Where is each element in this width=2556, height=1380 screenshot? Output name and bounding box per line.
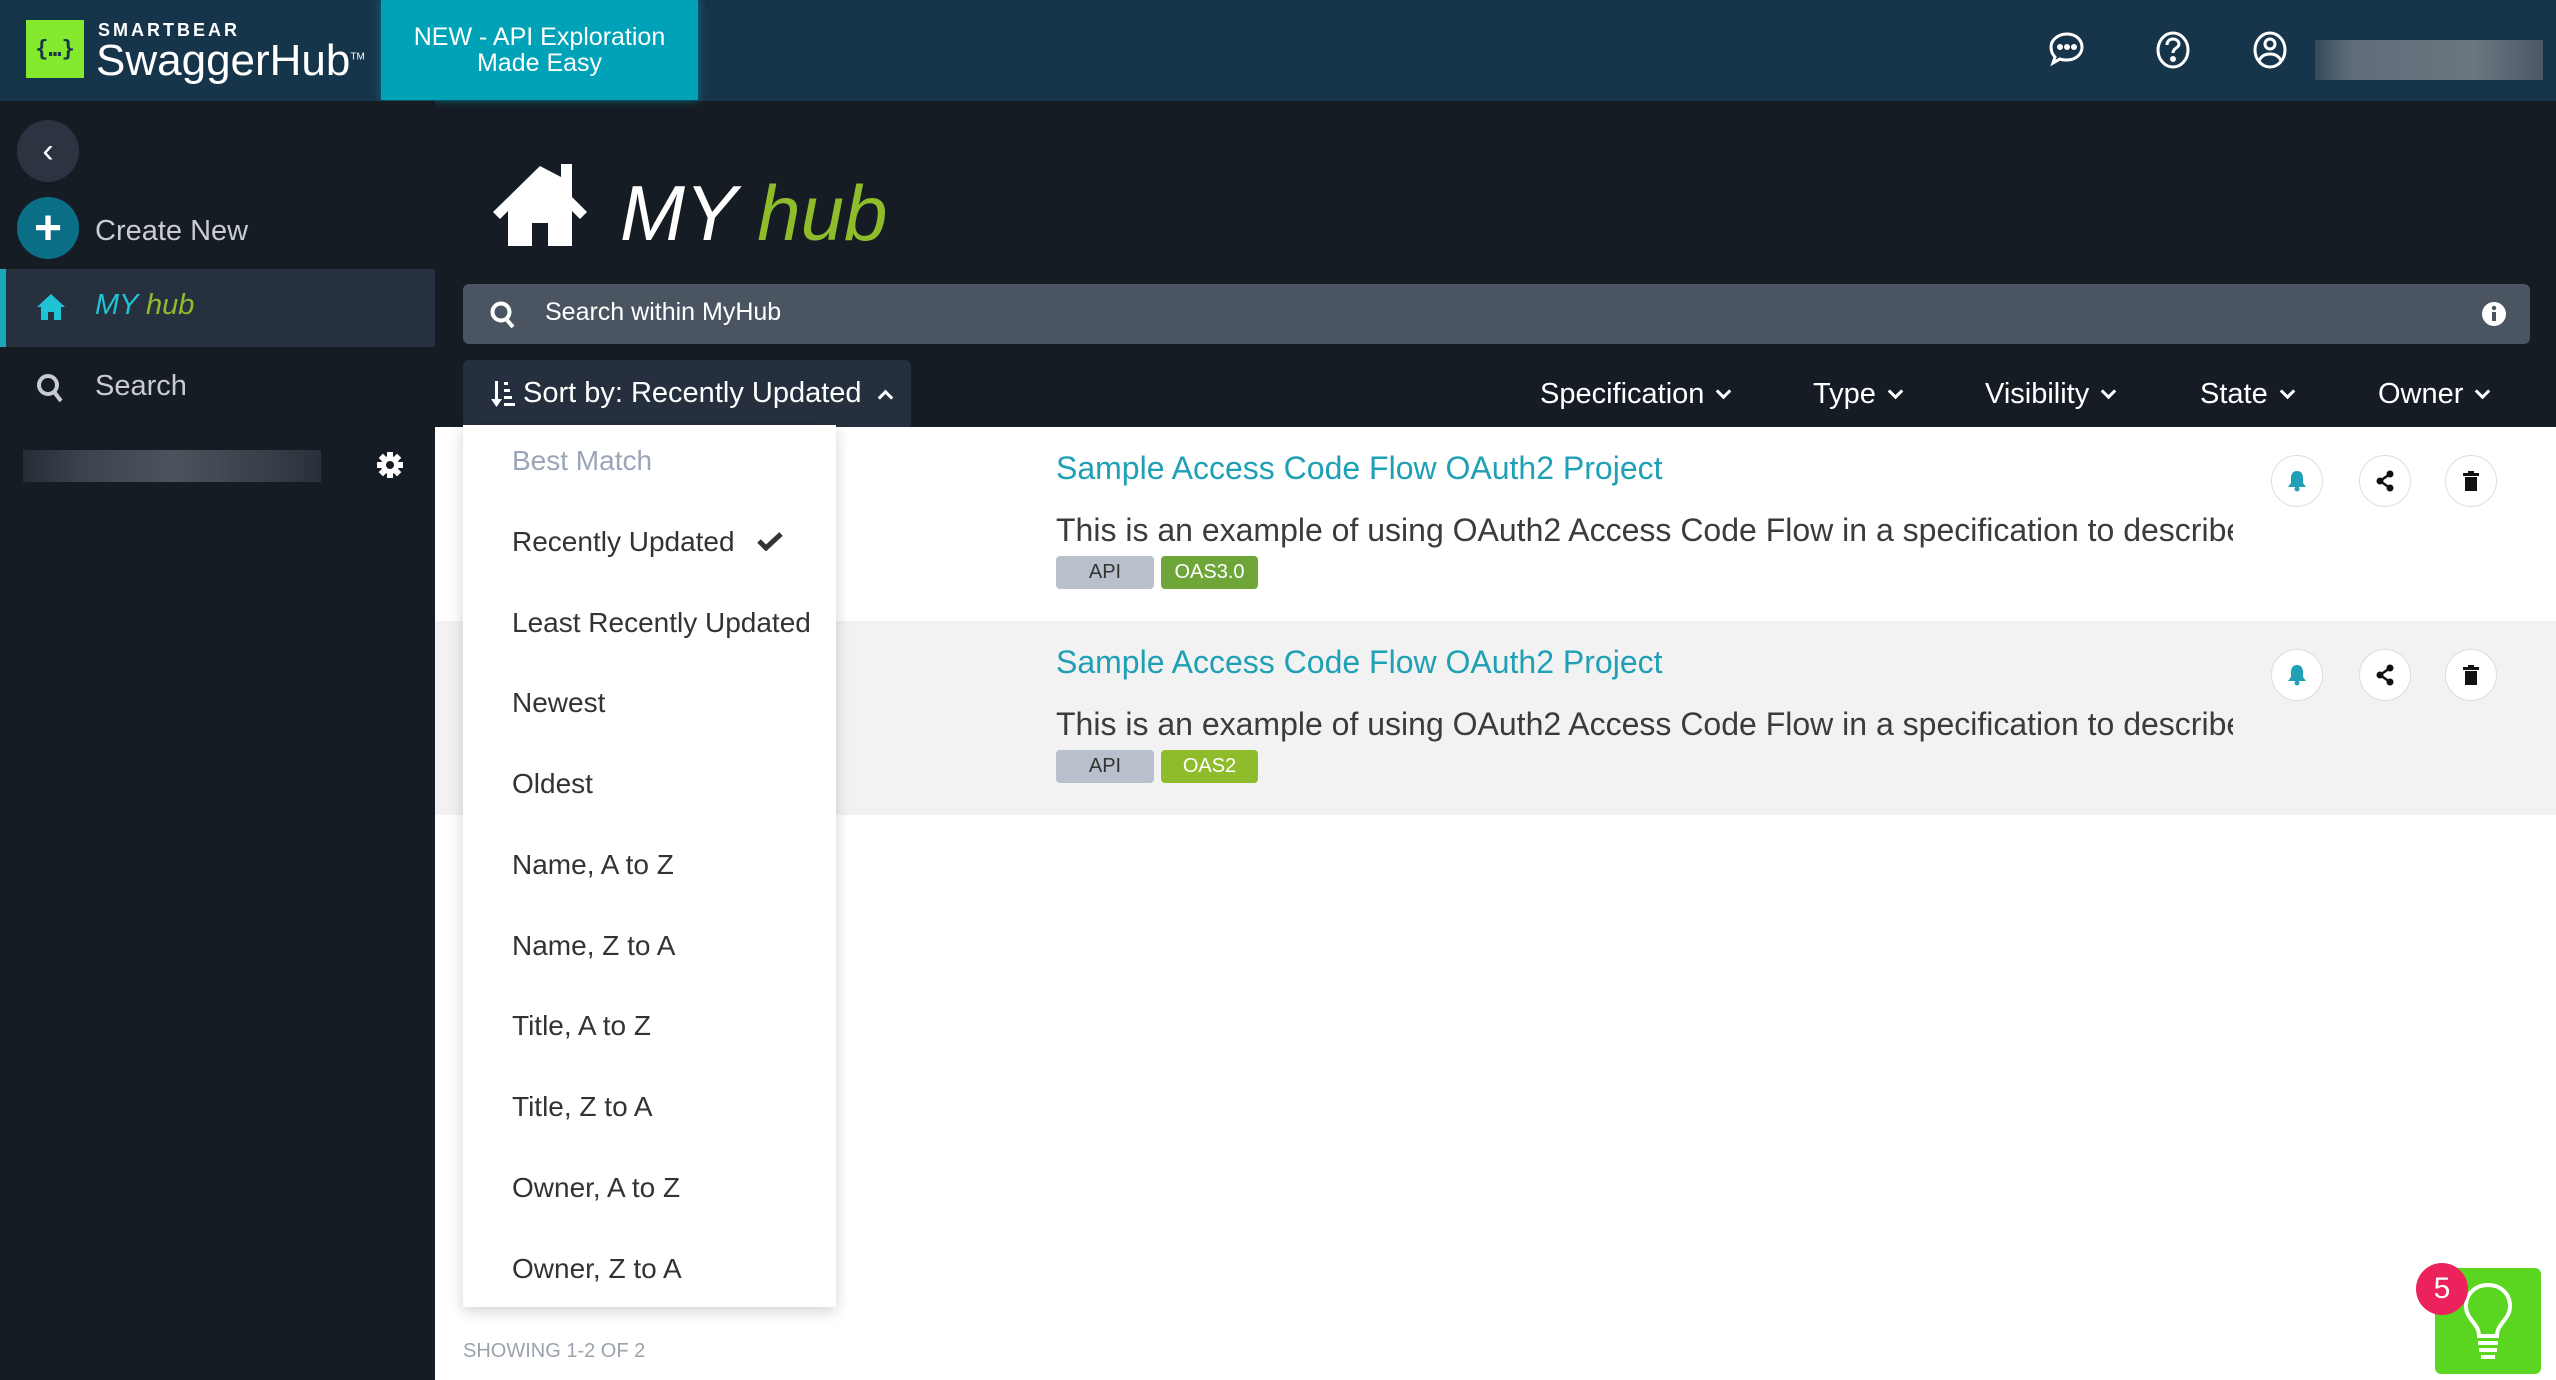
gear-icon[interactable] bbox=[376, 451, 404, 479]
sort-options-menu: Best Match Recently Updated Least Recent… bbox=[463, 425, 836, 1307]
tag-spec-version: OAS3.0 bbox=[1161, 556, 1258, 589]
bell-icon bbox=[2288, 471, 2306, 492]
delete-button[interactable] bbox=[2445, 649, 2497, 701]
delete-button[interactable] bbox=[2445, 455, 2497, 507]
lightbulb-icon bbox=[2463, 1282, 2513, 1359]
workspace-redacted[interactable] bbox=[23, 450, 321, 482]
notification-badge[interactable]: 5 bbox=[2416, 1263, 2468, 1315]
share-icon bbox=[2376, 470, 2394, 492]
sort-option-best-match[interactable]: Best Match bbox=[512, 445, 652, 477]
title-hub: hub bbox=[757, 169, 888, 257]
search-placeholder: Search within MyHub bbox=[545, 298, 782, 326]
share-button[interactable] bbox=[2359, 455, 2411, 507]
create-new-button[interactable]: + bbox=[17, 197, 79, 259]
search-input[interactable]: Search within MyHub bbox=[463, 284, 2530, 344]
label-hub: hub bbox=[146, 289, 195, 321]
top-header: {…} SMARTBEAR SwaggerHubTM NEW - API Exp… bbox=[0, 0, 2556, 101]
sort-option-title-az[interactable]: Title, A to Z bbox=[512, 1010, 651, 1042]
brand-name-text: SwaggerHub bbox=[96, 36, 351, 85]
banner-line-2: Made Easy bbox=[476, 49, 603, 77]
sort-dropdown-button[interactable]: Sort by: Recently Updated bbox=[463, 360, 911, 427]
bell-icon bbox=[2288, 665, 2306, 686]
filter-specification[interactable]: Specification bbox=[1540, 378, 1732, 411]
home-icon bbox=[37, 294, 65, 320]
chevron-up-icon bbox=[877, 389, 893, 406]
tag-api: API bbox=[1056, 556, 1154, 589]
filter-label: Visibility bbox=[1985, 378, 2090, 410]
share-icon bbox=[2376, 664, 2394, 686]
chevron-down-icon bbox=[1887, 383, 1904, 400]
home-icon bbox=[493, 164, 587, 246]
chevron-down-icon bbox=[2100, 383, 2117, 400]
tag-api: API bbox=[1056, 750, 1154, 783]
brand-tm: TM bbox=[350, 51, 365, 63]
brand-name: SwaggerHubTM bbox=[96, 36, 365, 86]
collapse-sidebar-button[interactable]: ‹ bbox=[17, 120, 79, 182]
result-title-link[interactable]: Sample Access Code Flow OAuth2 Project bbox=[1056, 450, 1663, 487]
sidebar-search-label: Search bbox=[95, 370, 187, 402]
trash-icon bbox=[2463, 471, 2479, 491]
watch-button[interactable] bbox=[2271, 649, 2323, 701]
chevron-down-icon bbox=[1716, 383, 1732, 400]
sort-option-title-za[interactable]: Title, Z to A bbox=[512, 1091, 653, 1123]
filter-owner[interactable]: Owner bbox=[2378, 378, 2491, 411]
new-feature-banner[interactable]: NEW - API Exploration Made Easy bbox=[381, 0, 698, 100]
search-icon bbox=[490, 301, 515, 329]
sidebar-myhub-label: MY hub bbox=[95, 289, 194, 322]
results-count: SHOWING 1-2 OF 2 bbox=[463, 1340, 646, 1362]
filter-label: Type bbox=[1813, 378, 1876, 410]
chevron-down-icon bbox=[2279, 383, 2295, 400]
chat-icon[interactable] bbox=[2045, 28, 2089, 72]
title-my: MY bbox=[620, 169, 736, 257]
page-title: MY hub bbox=[620, 168, 887, 259]
sort-option-oldest[interactable]: Oldest bbox=[512, 768, 593, 800]
banner-line-1: NEW - API Exploration bbox=[413, 23, 666, 51]
sort-option-name-az[interactable]: Name, A to Z bbox=[512, 849, 674, 881]
tag-spec-version: OAS2 bbox=[1161, 750, 1258, 783]
filter-label: State bbox=[2200, 378, 2268, 410]
user-icon[interactable] bbox=[2248, 28, 2292, 72]
logo-glyph: {…} bbox=[35, 36, 75, 62]
sort-label: Sort by: Recently Updated bbox=[523, 377, 862, 409]
filter-state[interactable]: State bbox=[2200, 378, 2295, 411]
sort-option-newest[interactable]: Newest bbox=[512, 687, 605, 719]
sidebar-item-search[interactable]: Search bbox=[0, 360, 435, 420]
search-icon bbox=[37, 374, 63, 403]
trash-icon bbox=[2463, 665, 2479, 685]
username-redacted[interactable] bbox=[2315, 40, 2543, 80]
filter-type[interactable]: Type bbox=[1813, 378, 1904, 411]
help-icon[interactable] bbox=[2151, 28, 2195, 72]
sort-option-name-za[interactable]: Name, Z to A bbox=[512, 930, 675, 962]
swaggerhub-logo[interactable]: {…} bbox=[26, 20, 84, 78]
filter-visibility[interactable]: Visibility bbox=[1985, 378, 2117, 411]
option-label: Recently Updated bbox=[512, 526, 735, 557]
label-my: MY bbox=[95, 289, 138, 321]
info-icon[interactable] bbox=[2481, 301, 2507, 327]
plus-icon: + bbox=[33, 201, 63, 255]
sort-icon bbox=[491, 380, 515, 407]
sort-option-owner-az[interactable]: Owner, A to Z bbox=[512, 1172, 680, 1204]
share-button[interactable] bbox=[2359, 649, 2411, 701]
sort-option-recently-updated[interactable]: Recently Updated bbox=[512, 526, 783, 558]
result-description: This is an example of using OAuth2 Acces… bbox=[1056, 706, 2233, 742]
sort-option-least-recently-updated[interactable]: Least Recently Updated bbox=[512, 607, 811, 639]
chevron-left-icon: ‹ bbox=[42, 131, 54, 170]
chevron-down-icon bbox=[2475, 383, 2491, 400]
filter-label: Specification bbox=[1540, 378, 1705, 410]
checkmark-icon bbox=[756, 532, 783, 552]
watch-button[interactable] bbox=[2271, 455, 2323, 507]
sort-option-owner-za[interactable]: Owner, Z to A bbox=[512, 1253, 682, 1285]
filter-label: Owner bbox=[2378, 378, 2464, 410]
result-title-link[interactable]: Sample Access Code Flow OAuth2 Project bbox=[1056, 644, 1663, 681]
create-new-label[interactable]: Create New bbox=[95, 215, 248, 248]
sidebar-item-myhub[interactable]: MY hub bbox=[0, 269, 435, 347]
result-description: This is an example of using OAuth2 Acces… bbox=[1056, 512, 2233, 548]
